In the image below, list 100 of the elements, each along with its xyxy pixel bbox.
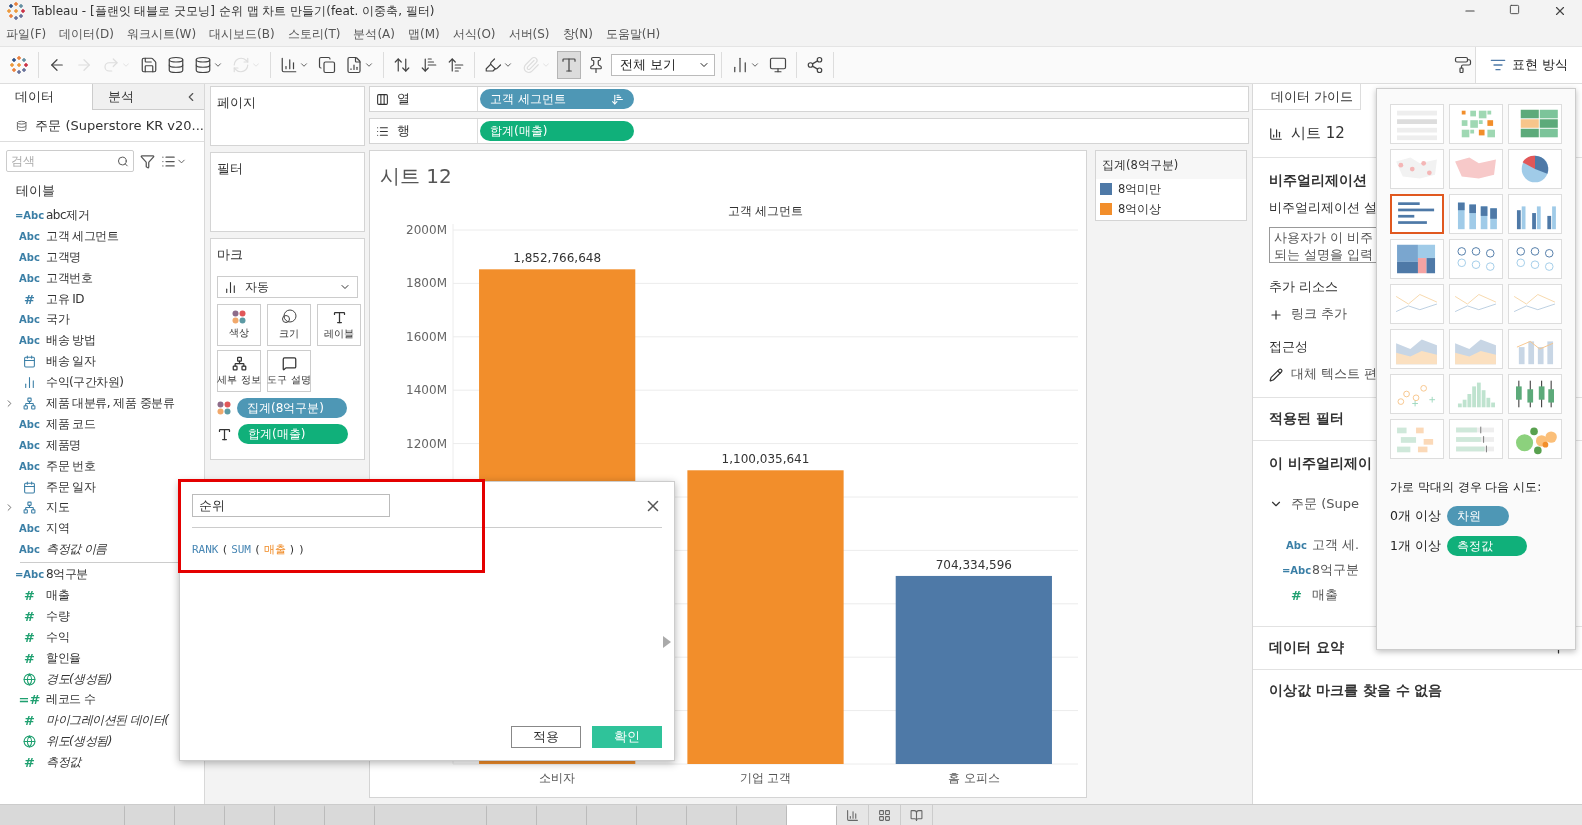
field-item[interactable]: 수익	[43, 628, 69, 646]
section-heading: 이 비주얼리제이	[1269, 455, 1373, 473]
field-item[interactable]: 제품명	[43, 436, 81, 454]
sheet-icon	[1269, 126, 1283, 141]
expand-icon[interactable]	[4, 502, 15, 514]
caret-icon	[299, 60, 309, 70]
field-item[interactable]: 고객번호	[43, 269, 92, 287]
mark-type-dropdown[interactable]: 자동	[217, 276, 358, 298]
fit-dropdown[interactable]: 전체 보기	[611, 54, 715, 76]
save-icon	[140, 56, 158, 74]
shelf-label: 열	[397, 90, 410, 108]
new-dashboard-icon[interactable]	[878, 808, 891, 822]
field-item[interactable]: 주문 일자	[43, 478, 96, 496]
search-icon	[117, 154, 129, 168]
menu-item[interactable]: 맵(M)	[404, 25, 449, 43]
field-item[interactable]: 국가	[43, 311, 69, 329]
field-item[interactable]: 배송 일자	[43, 353, 96, 371]
axis-tick-label: 1200M	[406, 436, 447, 451]
field-type-icon: #	[1283, 588, 1310, 603]
show-me-tab[interactable]: 표현 방식	[1474, 47, 1582, 83]
field-item[interactable]: 수익(구간차원)	[43, 374, 124, 392]
menu-item[interactable]: 서식(O)	[448, 25, 505, 43]
text-icon	[217, 426, 232, 442]
hierarchy-icon	[23, 501, 36, 515]
field-item[interactable]: 지도	[43, 499, 69, 517]
data-guide-tab[interactable]: 데이터 가이드	[1253, 84, 1361, 110]
category-label: 기업 고객	[739, 771, 792, 785]
menu-item[interactable]: 분석(A)	[349, 25, 404, 43]
field-item[interactable]: abc제거	[43, 206, 90, 224]
field-item[interactable]: 배송 방법	[43, 332, 96, 350]
add-link[interactable]: 링크 추가	[1291, 306, 1347, 323]
maximize-icon[interactable]	[1509, 4, 1520, 15]
description-line: 되는 설명을 입력	[1274, 247, 1374, 264]
chart-type-thumbnail[interactable]	[1390, 194, 1444, 234]
field-item[interactable]: 측정값	[43, 754, 81, 772]
field-item: 고객 세.	[1312, 537, 1359, 554]
back-icon	[48, 56, 66, 74]
duplicate-icon	[318, 56, 336, 74]
field-item[interactable]: 수량	[43, 607, 69, 625]
field-item[interactable]: 매출	[43, 586, 69, 604]
field-item: 매출	[1312, 587, 1338, 604]
apply-button[interactable]: 적용	[511, 726, 581, 748]
field-item[interactable]: 레코드 수	[43, 691, 96, 709]
field-item[interactable]: 위도(생성됨)	[43, 733, 112, 751]
field-item[interactable]: 제품 코드	[43, 415, 96, 433]
mark-property-button[interactable]: 도구 설명	[267, 350, 311, 392]
field-item[interactable]: 지역	[43, 520, 69, 538]
menu-item[interactable]: 서버(S)	[504, 25, 559, 43]
expand-arrow-icon[interactable]	[663, 635, 671, 648]
caret-icon	[213, 60, 223, 70]
field-type-icon: Abc	[16, 251, 43, 263]
description-line: 사용자가 이 비주	[1274, 230, 1374, 247]
new-story-icon[interactable]	[910, 808, 923, 822]
field-type-icon: =Abc	[16, 209, 43, 221]
datasource-name[interactable]: 주문 (Superstore KR v20...	[35, 116, 204, 135]
new-datasource-icon	[167, 56, 185, 74]
menu-item[interactable]: 파일(F)	[2, 25, 56, 43]
paint-roller-icon[interactable]	[1453, 56, 1472, 74]
sort-icon	[611, 92, 624, 106]
field-item[interactable]: 할인율	[43, 649, 81, 667]
menu-item[interactable]: 대시보드(B)	[205, 25, 284, 43]
field-item[interactable]: 주문 번호	[43, 457, 96, 475]
field-item[interactable]: 고객명	[43, 248, 81, 266]
list-view-icon[interactable]	[161, 153, 176, 169]
field-item[interactable]: 고유 ID	[43, 290, 85, 308]
field-item[interactable]: 경도(생성됨)	[43, 670, 112, 688]
field-item[interactable]: 고객 세그먼트	[43, 227, 119, 245]
mark-property-button[interactable]: 세부 정보	[217, 350, 261, 392]
calculation-name-field[interactable]: 순위	[192, 494, 390, 517]
bin-icon	[23, 376, 36, 390]
field-item[interactable]: 마이그레이션된 데이터(	[43, 712, 169, 730]
requirement-count: 1개 이상	[1390, 537, 1441, 555]
category-label: 소비자	[539, 771, 576, 785]
mark-property-button[interactable]: 색상	[217, 304, 261, 346]
datasource-name: 주문 (Supe	[1291, 495, 1359, 513]
legend-label: 8억이상	[1118, 201, 1162, 217]
menu-item[interactable]: 스토리(T)	[283, 25, 350, 43]
field-item[interactable]: 8억구분	[43, 566, 88, 584]
field-item[interactable]: 제품 대분류, 제품 중분류	[43, 394, 175, 412]
alt-text-link[interactable]: 대체 텍스트 편	[1291, 366, 1377, 383]
filter-icon[interactable]	[140, 153, 155, 169]
search-field[interactable]: 검색	[6, 150, 134, 172]
requirement-pill: 측정값	[1446, 536, 1527, 556]
menu-item[interactable]: 창(N)	[558, 25, 602, 43]
menu-item[interactable]: 도움말(H)	[601, 25, 670, 43]
tableau-logo-icon[interactable]	[6, 1, 26, 21]
size-circles-icon	[281, 309, 297, 325]
field-type-icon: Abc	[16, 418, 43, 430]
refresh-icon	[232, 56, 250, 74]
menu-item[interactable]: 데이터(D)	[55, 25, 123, 43]
field-item[interactable]: 측정값 이름	[43, 541, 107, 559]
section-heading: 데이터 요약	[1269, 639, 1344, 657]
menu-item[interactable]: 워크시트(W)	[122, 25, 206, 43]
mark-property-button[interactable]: 레이블	[317, 304, 361, 346]
new-sheet-icon[interactable]	[846, 808, 859, 822]
show-me-hint: 가로 막대의 경우 다음 시도:	[1390, 479, 1543, 496]
mark-property-button[interactable]: 크기	[267, 304, 311, 346]
panel-tab[interactable]: 분석	[91, 84, 184, 110]
field-type-icon: Abc	[16, 544, 43, 556]
formula-field[interactable]: RANK ( SUM ( 매출 ) )	[192, 542, 305, 557]
